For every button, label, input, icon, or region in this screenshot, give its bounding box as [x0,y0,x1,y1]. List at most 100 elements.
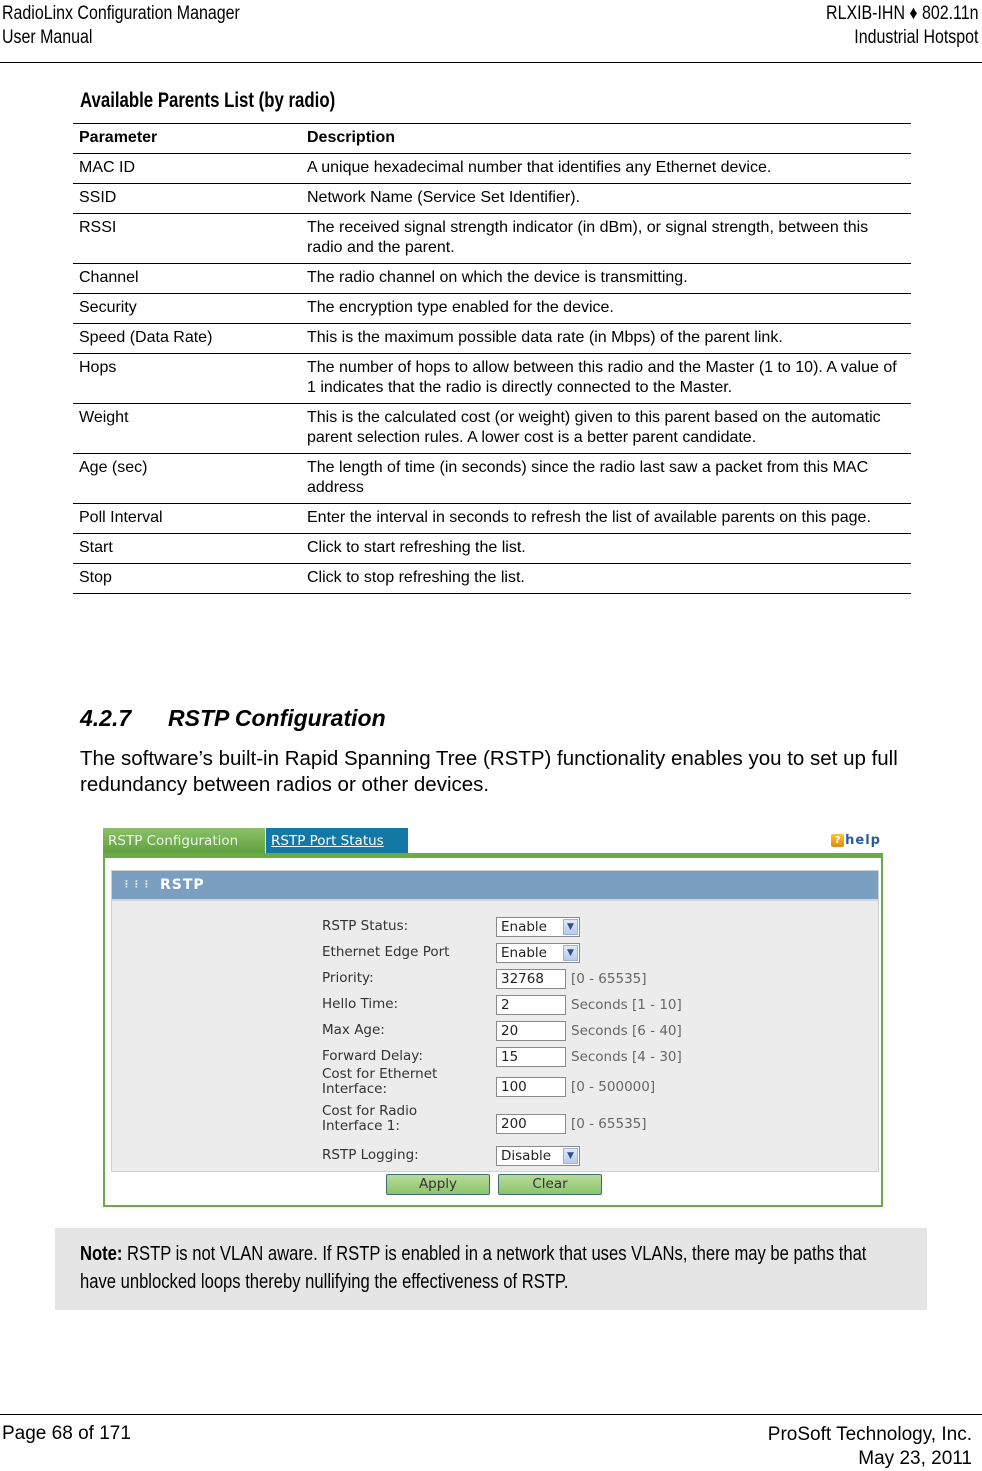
table-row: Stop Click to stop refreshing the list. [73,563,911,594]
hello-time-input[interactable]: 2 [496,995,566,1015]
footer-right: ProSoft Technology, Inc. May 23, 2011 [768,1423,972,1471]
description-cell: Enter the interval in seconds to refresh… [307,509,871,526]
priority-range: [0 - 65535] [571,971,647,987]
table-header-row: Parameter Description [73,123,911,154]
hello-time-label: Hello Time: [322,996,399,1012]
chevron-down-icon[interactable]: ▼ [563,945,578,961]
section-intro: The software’s built-in Rapid Spanning T… [80,747,898,796]
table-row: Security The encryption type enabled for … [73,293,911,324]
description-cell: Click to start refreshing the list. [307,539,526,556]
edge-port-label: Ethernet Edge Port [322,944,450,960]
cost-ethernet-input[interactable]: 100 [496,1077,566,1097]
rstp-logging-value: Disable [501,1148,552,1164]
table-row: Weight This is the calculated cost (or we… [73,403,911,454]
cost-ethernet-label-line2: Interface: [322,1081,387,1097]
column-header-parameter: Parameter [79,129,158,146]
table-row: SSID Network Name (Service Set Identifier… [73,183,911,214]
rstp-status-label: RSTP Status: [322,918,409,934]
product-name: RadioLinx Configuration Manager [2,3,240,24]
parameter-cell: Channel [79,269,139,286]
tab-rstp-port-status[interactable]: RSTP Port Status [266,828,408,853]
parameter-cell: Poll Interval [79,509,163,526]
rstp-status-select[interactable]: Enable ▼ [496,917,580,937]
note-prefix: Note: [80,1243,123,1265]
hello-time-range: Seconds [1 - 10] [571,997,682,1013]
parameter-cell: Security [79,299,137,316]
note-body: RSTP is not VLAN aware. If RSTP is enabl… [80,1243,867,1293]
forward-delay-range: Seconds [4 - 30] [571,1049,682,1065]
page-number: Page 68 of 171 [2,1423,131,1444]
table-row: Poll Interval Enter the interval in secon… [73,503,911,534]
description-cell: This is the maximum possible data rate (… [307,329,783,346]
description-cell: The length of time (in seconds) since th… [307,459,869,496]
table-row: Start Click to start refreshing the list. [73,533,911,564]
table-row: MAC ID A unique hexadecimal number that i… [73,153,911,184]
chevron-down-icon[interactable]: ▼ [563,919,578,935]
rstp-logging-label: RSTP Logging: [322,1147,419,1163]
parameter-cell: Start [79,539,113,556]
rstp-config-screenshot: RSTP Configuration RSTP Port Status ? hel… [103,828,883,1207]
description-cell: Click to stop refreshing the list. [307,569,525,586]
max-age-range: Seconds [6 - 40] [571,1023,682,1039]
note-box: Note: RSTP is not VLAN aware. If RSTP is… [55,1228,927,1310]
parameter-cell: Age (sec) [79,459,148,476]
parameter-cell: MAC ID [79,159,135,176]
document-type: User Manual [2,27,93,48]
max-age-label: Max Age: [322,1022,385,1038]
edge-port-select[interactable]: Enable ▼ [496,943,580,963]
cost-radio-input[interactable]: 200 [496,1114,566,1134]
rstp-status-value: Enable [501,919,547,935]
apply-button[interactable]: Apply [386,1174,490,1195]
table-title: Available Parents List (by radio) [80,89,336,112]
cost-radio-label-line1: Cost for Radio [322,1103,418,1119]
page-footer: Page 68 of 171 ProSoft Technology, Inc. … [0,1414,982,1470]
parameter-cell: RSSI [79,219,117,236]
config-frame: ⋮⋮⋮ RSTP RSTP Status: Enable ▼ Ethernet E… [103,853,883,1207]
description-cell: A unique hexadecimal number that identif… [307,159,772,176]
description-cell: The encryption type enabled for the devi… [307,299,614,316]
parameter-cell: Speed (Data Rate) [79,329,213,346]
cost-radio-label: Cost for Radio Interface 1: [322,1104,492,1134]
parameter-cell: Weight [79,409,129,426]
help-link[interactable]: ? help [831,833,881,848]
clear-button[interactable]: Clear [498,1174,602,1195]
parameters-table: Parameter Description MAC ID A unique hex… [73,123,911,594]
section-heading: 4.2.7 RSTP Configuration [80,705,386,732]
description-cell: The received signal strength indicator (… [307,219,869,256]
parameter-cell: Hops [79,359,117,376]
grip-icon: ⋮⋮⋮ [122,880,152,890]
max-age-input[interactable]: 20 [496,1021,566,1041]
company-name: ProSoft Technology, Inc. [767,1424,972,1445]
description-cell: The radio channel on which the device is… [307,269,688,286]
table-body: MAC ID A unique hexadecimal number that i… [73,153,911,594]
chevron-down-icon[interactable]: ▼ [563,1148,578,1164]
question-icon: ? [831,834,845,847]
column-header-description: Description [307,129,396,146]
description-cell: This is the calculated cost (or weight) … [307,409,881,446]
cost-ethernet-range: [0 - 500000] [571,1079,656,1095]
product-category: Industrial Hotspot [853,27,978,48]
cost-radio-label-line2: Interface 1: [322,1118,400,1134]
table-row: Speed (Data Rate) This is the maximum pos… [73,323,911,354]
table-row: RSSI The received signal strength indicat… [73,213,911,264]
parameter-cell: Stop [79,569,112,586]
forward-delay-label: Forward Delay: [322,1048,423,1064]
cost-ethernet-label-line1: Cost for Ethernet [322,1066,438,1082]
tab-rstp-configuration[interactable]: RSTP Configuration [103,828,265,853]
panel-header: ⋮⋮⋮ RSTP [112,871,878,901]
rstp-panel: ⋮⋮⋮ RSTP RSTP Status: Enable ▼ Ethernet E… [111,870,879,1172]
panel-title: RSTP [160,877,205,893]
rstp-logging-select[interactable]: Disable ▼ [496,1146,580,1166]
priority-input[interactable]: 32768 [496,969,566,989]
forward-delay-input[interactable]: 15 [496,1047,566,1067]
cost-ethernet-label: Cost for Ethernet Interface: [322,1067,492,1097]
help-label: help [845,833,881,848]
table-row: Age (sec) The length of time (in seconds)… [73,453,911,504]
section-title: RSTP Configuration [168,705,386,731]
publication-date: May 23, 2011 [858,1448,972,1469]
table-row: Hops The number of hops to allow between … [73,353,911,404]
header-right: RLXIB-IHN ♦ 802.11n Industrial Hotspot [826,2,978,50]
priority-label: Priority: [322,970,374,986]
section-number: 4.2.7 [80,705,132,731]
cost-radio-range: [0 - 65535] [571,1116,647,1132]
